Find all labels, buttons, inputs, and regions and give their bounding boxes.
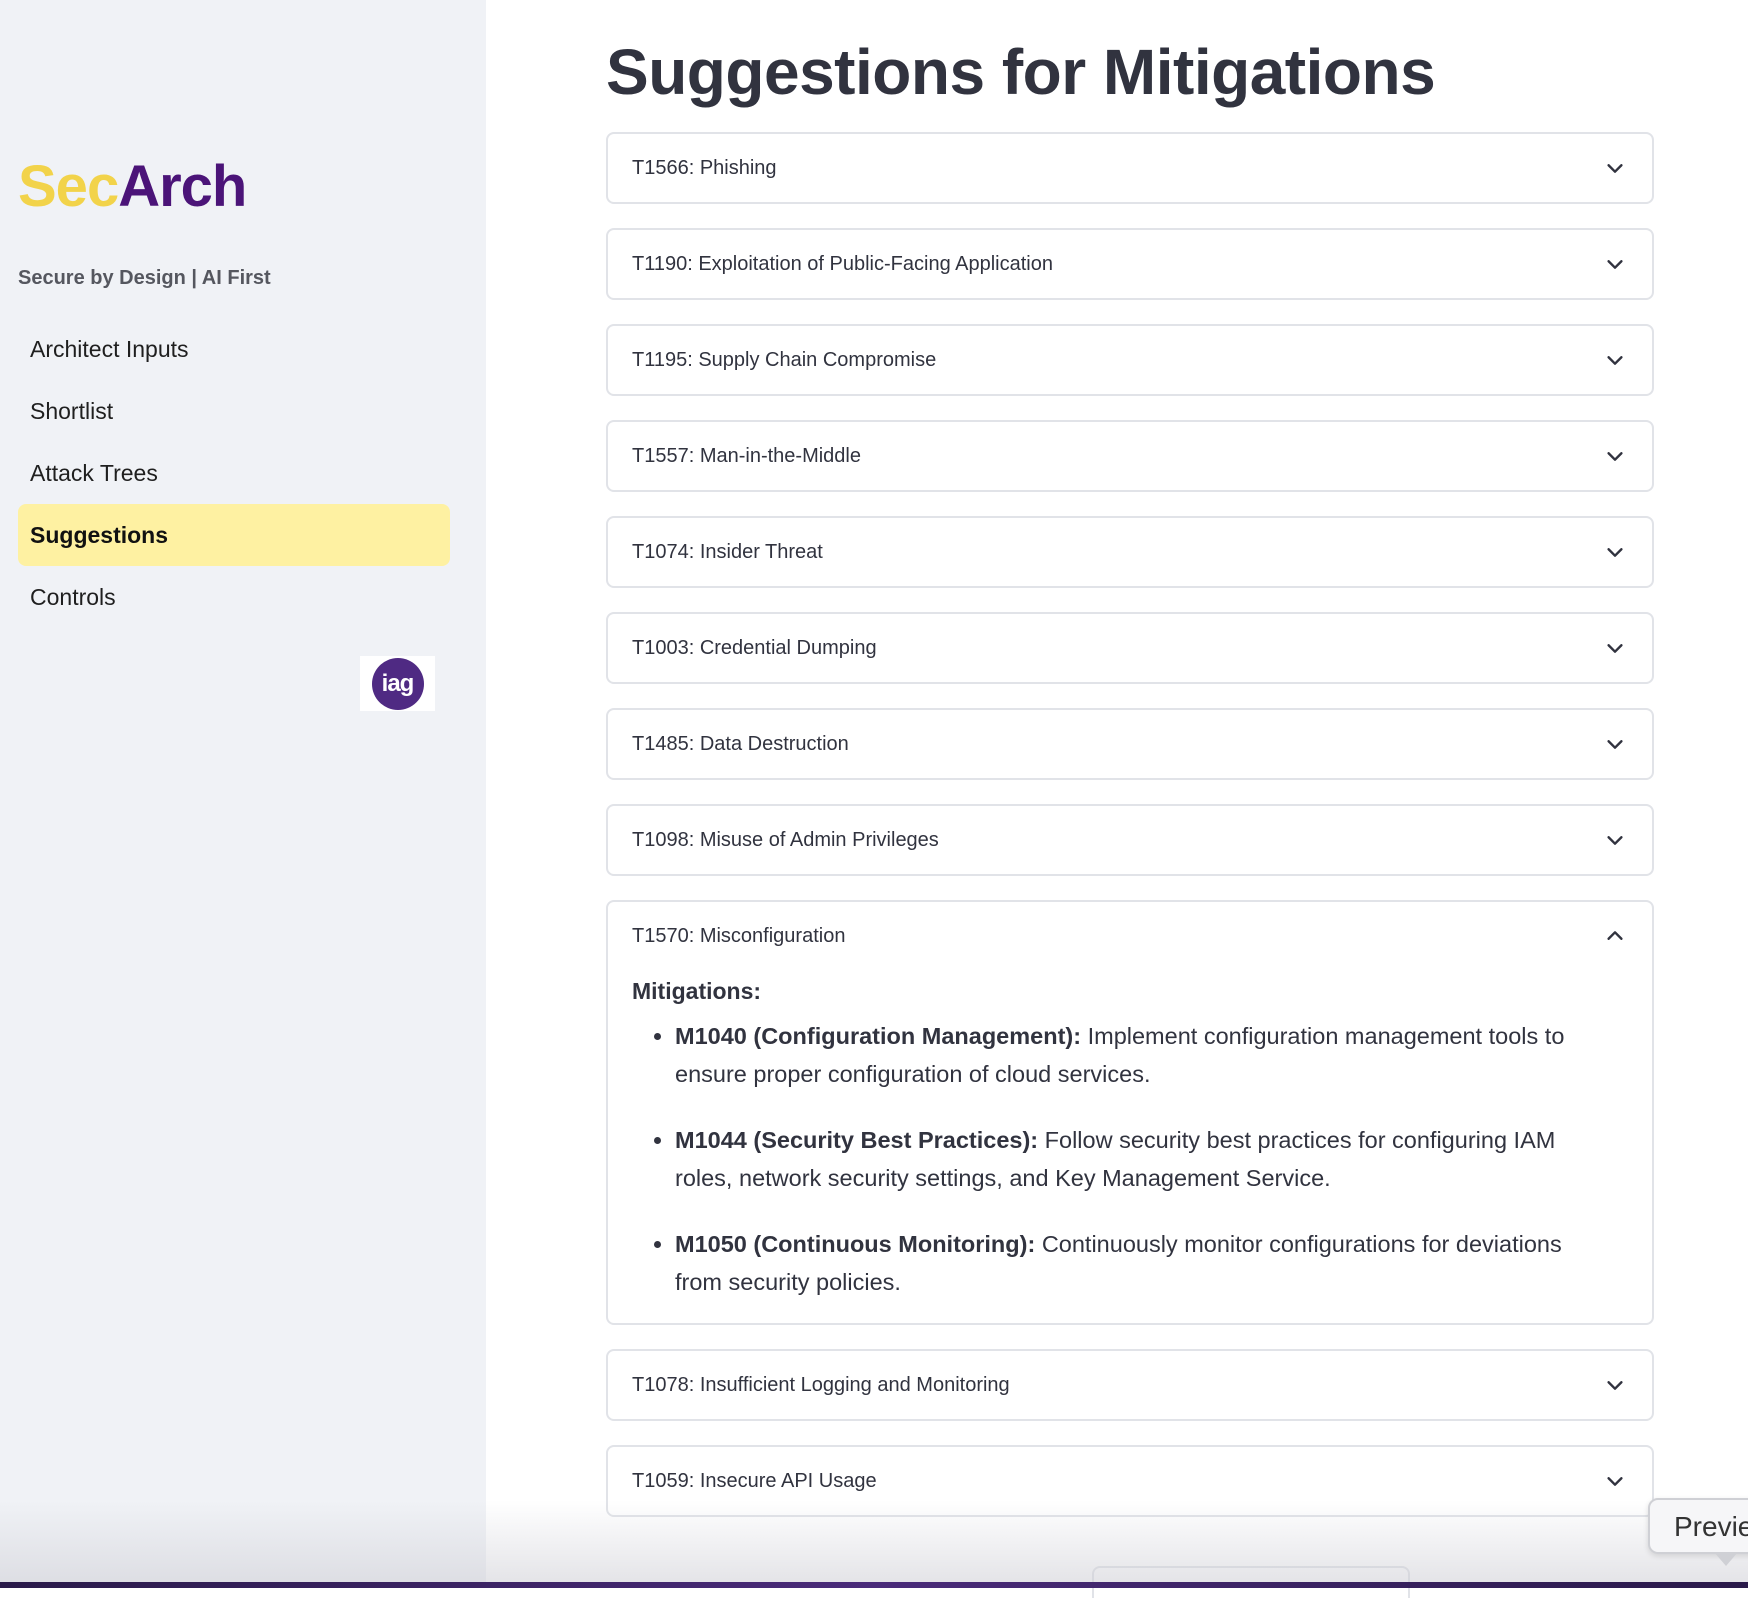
expander: T1557: Man-in-the-Middle xyxy=(606,420,1654,492)
expander-header[interactable]: T1074: Insider Threat xyxy=(608,518,1652,586)
chevron-down-icon xyxy=(1607,260,1623,269)
chevron-down-icon xyxy=(1607,1381,1623,1390)
chevron-down-icon xyxy=(1607,164,1623,173)
expander-header[interactable]: T1195: Supply Chain Compromise xyxy=(608,326,1652,394)
expander: T1074: Insider Threat xyxy=(606,516,1654,588)
expander-header[interactable]: T1485: Data Destruction xyxy=(608,710,1652,778)
expander-label: T1485: Data Destruction xyxy=(632,732,849,755)
expander: T1566: Phishing xyxy=(606,132,1654,204)
expander: T1485: Data Destruction xyxy=(606,708,1654,780)
expander-header[interactable]: T1098: Misuse of Admin Privileges xyxy=(608,806,1652,874)
sidebar-item-shortlist[interactable]: Shortlist xyxy=(18,380,450,442)
expander: T1098: Misuse of Admin Privileges xyxy=(606,804,1654,876)
page-title: Suggestions for Mitigations xyxy=(606,36,1436,108)
tagline: Secure by Design | AI First xyxy=(18,267,271,289)
expander-expanded: T1570: Misconfiguration Mitigations: M10… xyxy=(606,900,1654,1325)
expander-label: T1190: Exploitation of Public-Facing App… xyxy=(632,252,1053,275)
chevron-down-icon xyxy=(1607,356,1623,365)
expander-label: T1195: Supply Chain Compromise xyxy=(632,348,937,371)
expander-label: T1059: Insecure API Usage xyxy=(632,1469,877,1492)
expander-label: T1074: Insider Threat xyxy=(632,540,823,563)
expander-header[interactable]: T1003: Credential Dumping xyxy=(608,614,1652,682)
expander: T1003: Credential Dumping xyxy=(606,612,1654,684)
mitigation-item: M1040 (Configuration Management): Implem… xyxy=(675,1017,1600,1093)
expander: T1190: Exploitation of Public-Facing App… xyxy=(606,228,1654,300)
logo-arch-text: Arch xyxy=(118,154,247,219)
expander-header[interactable]: T1190: Exploitation of Public-Facing App… xyxy=(608,230,1652,298)
chevron-up-icon xyxy=(1607,931,1623,940)
expander-body: Mitigations: M1040 (Configuration Manage… xyxy=(608,978,1652,1323)
sidebar-item-controls[interactable]: Controls xyxy=(18,566,450,628)
chevron-down-icon xyxy=(1607,1477,1623,1486)
sidebar-item-architect-inputs[interactable]: Architect Inputs xyxy=(18,318,450,380)
sidebar: SecArch Secure by Design | AI First Arch… xyxy=(0,0,486,1588)
expander-label: T1003: Credential Dumping xyxy=(632,636,877,659)
expander-header[interactable]: T1059: Insecure API Usage xyxy=(608,1447,1652,1515)
iag-logo: iag xyxy=(360,656,435,711)
chevron-down-icon xyxy=(1607,548,1623,557)
sidebar-item-attack-trees[interactable]: Attack Trees xyxy=(18,442,450,504)
chevron-down-icon xyxy=(1607,740,1623,749)
expander-label: T1098: Misuse of Admin Privileges xyxy=(632,828,939,851)
expander-label: T1570: Misconfiguration xyxy=(632,924,846,947)
chevron-down-icon xyxy=(1607,836,1623,845)
expander: T1078: Insufficient Logging and Monitori… xyxy=(606,1349,1654,1421)
mitigation-item: M1044 (Security Best Practices): Follow … xyxy=(675,1121,1600,1197)
expander: T1195: Supply Chain Compromise xyxy=(606,324,1654,396)
preview-button[interactable]: Previe xyxy=(1648,1498,1748,1554)
mitigation-item: M1050 (Continuous Monitoring): Continuou… xyxy=(675,1225,1600,1301)
expander-label: T1078: Insufficient Logging and Monitori… xyxy=(632,1373,1010,1396)
mitigations-list: M1040 (Configuration Management): Implem… xyxy=(632,1017,1600,1301)
iag-badge-icon: iag xyxy=(371,657,424,710)
expander-header[interactable]: T1566: Phishing xyxy=(608,134,1652,202)
main-content: Suggestions for Mitigations T1566: Phish… xyxy=(486,0,1748,1598)
preview-pointer xyxy=(1714,1552,1738,1566)
sidebar-item-suggestions[interactable]: Suggestions xyxy=(18,504,450,566)
expander-label: T1557: Man-in-the-Middle xyxy=(632,444,861,467)
app-logo: SecArch xyxy=(18,158,247,216)
logo-sec-text: Sec xyxy=(18,154,119,219)
expander-header[interactable]: T1557: Man-in-the-Middle xyxy=(608,422,1652,490)
expander-list: T1566: Phishing T1190: Exploitation of P… xyxy=(606,132,1654,1541)
mitigation-code: M1050 (Continuous Monitoring): xyxy=(675,1231,1036,1257)
mitigation-code: M1040 (Configuration Management): xyxy=(675,1023,1082,1049)
expander: T1059: Insecure API Usage xyxy=(606,1445,1654,1517)
chevron-down-icon xyxy=(1607,644,1623,653)
expander-header[interactable]: T1078: Insufficient Logging and Monitori… xyxy=(608,1351,1652,1419)
chevron-down-icon xyxy=(1607,452,1623,461)
bottom-bar xyxy=(0,1582,1748,1588)
sidebar-nav: Architect Inputs Shortlist Attack Trees … xyxy=(18,318,450,628)
mitigation-code: M1044 (Security Best Practices): xyxy=(675,1127,1039,1153)
expander-header[interactable]: T1570: Misconfiguration xyxy=(608,902,1652,970)
mitigations-heading: Mitigations: xyxy=(632,978,762,1004)
expander-label: T1566: Phishing xyxy=(632,156,777,179)
